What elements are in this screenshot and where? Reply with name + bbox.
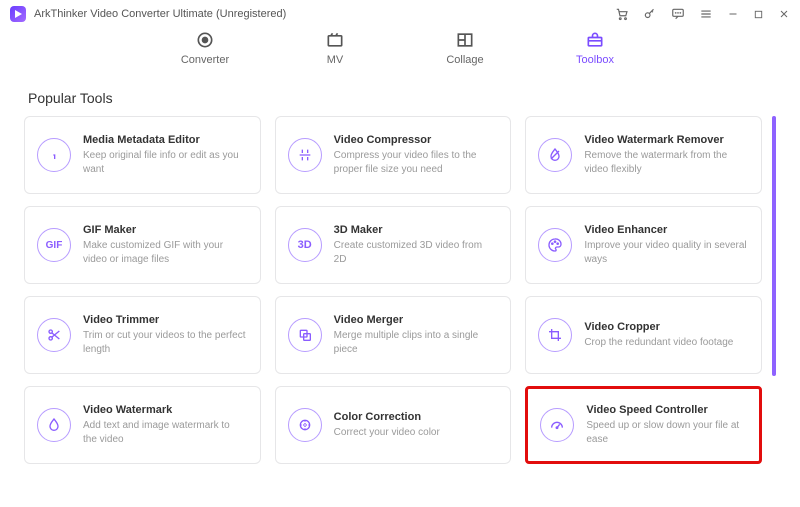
- tool-desc: Remove the watermark from the video flex…: [584, 149, 747, 176]
- nav-toolbox[interactable]: Toolbox: [565, 30, 625, 66]
- tool-desc: Keep original file info or edit as you w…: [83, 149, 246, 176]
- tool-3d-maker[interactable]: 3D 3D Maker Create customized 3D video f…: [275, 206, 512, 284]
- tool-desc: Add text and image watermark to the vide…: [83, 419, 246, 446]
- nav-label: Toolbox: [576, 54, 614, 66]
- tool-desc: Merge multiple clips into a single piece: [334, 329, 497, 356]
- section-title: Popular Tools: [28, 90, 776, 106]
- nav-converter[interactable]: Converter: [175, 30, 235, 66]
- tool-title: Video Enhancer: [584, 224, 747, 236]
- tool-video-merger[interactable]: Video Merger Merge multiple clips into a…: [275, 296, 512, 374]
- droplet-icon: [37, 408, 71, 442]
- droplet-slash-icon: [538, 138, 572, 172]
- app-logo: [10, 6, 26, 22]
- tool-title: Video Trimmer: [83, 314, 246, 326]
- cart-icon[interactable]: [615, 7, 629, 21]
- nav-label: MV: [327, 54, 344, 66]
- tool-video-cropper[interactable]: Video Cropper Crop the redundant video f…: [525, 296, 762, 374]
- tool-desc: Correct your video color: [334, 426, 440, 440]
- crop-icon: [538, 318, 572, 352]
- tool-video-watermark[interactable]: Video Watermark Add text and image water…: [24, 386, 261, 464]
- tool-title: 3D Maker: [334, 224, 497, 236]
- converter-icon: [195, 30, 215, 50]
- nav-label: Collage: [446, 54, 483, 66]
- tool-watermark-remover[interactable]: Video Watermark Remover Remove the water…: [525, 116, 762, 194]
- info-icon: [37, 138, 71, 172]
- tool-desc: Trim or cut your videos to the perfect l…: [83, 329, 246, 356]
- tool-desc: Improve your video quality in several wa…: [584, 239, 747, 266]
- tool-desc: Create customized 3D video from 2D: [334, 239, 497, 266]
- tool-video-speed-controller[interactable]: Video Speed Controller Speed up or slow …: [525, 386, 762, 464]
- feedback-icon[interactable]: [671, 7, 685, 21]
- tool-desc: Crop the redundant video footage: [584, 336, 733, 350]
- tool-media-metadata-editor[interactable]: Media Metadata Editor Keep original file…: [24, 116, 261, 194]
- palette-icon: [538, 228, 572, 262]
- nav-mv[interactable]: MV: [305, 30, 365, 66]
- tool-title: Video Compressor: [334, 134, 497, 146]
- gif-icon: GIF: [37, 228, 71, 262]
- scissors-icon: [37, 318, 71, 352]
- three-d-icon: 3D: [288, 228, 322, 262]
- tool-video-compressor[interactable]: Video Compressor Compress your video fil…: [275, 116, 512, 194]
- collage-icon: [455, 30, 475, 50]
- top-nav: Converter MV Collage Toolbox: [0, 28, 800, 82]
- tool-title: Video Watermark: [83, 404, 246, 416]
- maximize-icon[interactable]: [753, 9, 764, 20]
- tool-title: Video Cropper: [584, 321, 733, 333]
- nav-label: Converter: [181, 54, 229, 66]
- color-wheel-icon: [288, 408, 322, 442]
- tool-video-enhancer[interactable]: Video Enhancer Improve your video qualit…: [525, 206, 762, 284]
- tool-title: Media Metadata Editor: [83, 134, 246, 146]
- tool-video-trimmer[interactable]: Video Trimmer Trim or cut your videos to…: [24, 296, 261, 374]
- tool-desc: Speed up or slow down your file at ease: [586, 419, 745, 446]
- tool-title: Video Speed Controller: [586, 404, 745, 416]
- tools-grid: Media Metadata Editor Keep original file…: [24, 116, 776, 464]
- key-icon[interactable]: [643, 7, 657, 21]
- tool-title: Video Watermark Remover: [584, 134, 747, 146]
- tool-title: Color Correction: [334, 411, 440, 423]
- content-area: Popular Tools Media Metadata Editor Keep…: [0, 82, 800, 474]
- menu-icon[interactable]: [699, 7, 713, 21]
- window-title: ArkThinker Video Converter Ultimate (Unr…: [34, 8, 286, 20]
- toolbox-icon: [585, 30, 605, 50]
- gauge-icon: [540, 408, 574, 442]
- tool-gif-maker[interactable]: GIF GIF Maker Make customized GIF with y…: [24, 206, 261, 284]
- tool-desc: Make customized GIF with your video or i…: [83, 239, 246, 266]
- tool-title: Video Merger: [334, 314, 497, 326]
- tool-desc: Compress your video files to the proper …: [334, 149, 497, 176]
- close-icon[interactable]: [778, 8, 790, 20]
- tool-color-correction[interactable]: Color Correction Correct your video colo…: [275, 386, 512, 464]
- compress-icon: [288, 138, 322, 172]
- nav-collage[interactable]: Collage: [435, 30, 495, 66]
- mv-icon: [325, 30, 345, 50]
- tool-title: GIF Maker: [83, 224, 246, 236]
- title-bar: ArkThinker Video Converter Ultimate (Unr…: [0, 0, 800, 28]
- minimize-icon[interactable]: [727, 8, 739, 20]
- scrollbar[interactable]: [772, 116, 776, 376]
- merge-icon: [288, 318, 322, 352]
